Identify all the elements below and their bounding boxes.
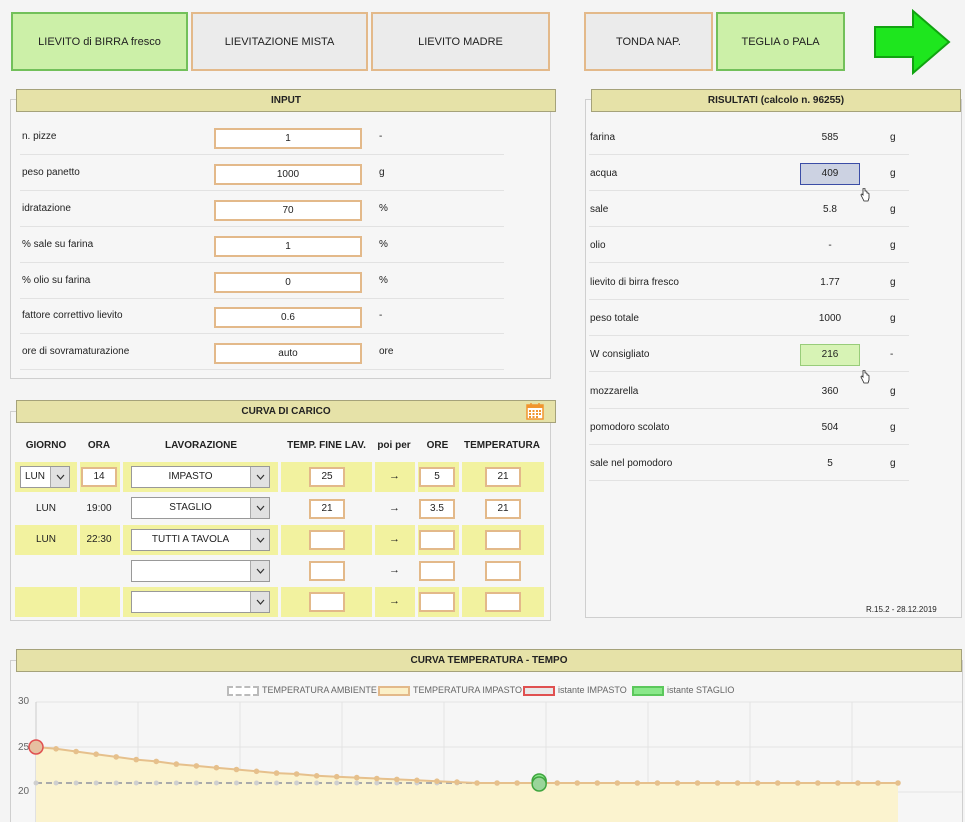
impasto-point — [875, 780, 881, 786]
impasto-point — [815, 780, 821, 786]
impasto-point — [353, 774, 360, 781]
impasto-point — [93, 751, 99, 757]
impasto-point — [714, 780, 721, 786]
impasto-point — [53, 746, 59, 752]
impasto-point — [514, 780, 520, 786]
impasto-point — [173, 761, 180, 767]
ambiente-point — [334, 780, 340, 786]
ambiente-point — [113, 780, 119, 786]
ambiente-point — [254, 780, 260, 786]
impasto-point — [855, 780, 861, 786]
impasto-point — [414, 777, 420, 784]
impasto-point — [614, 780, 621, 786]
ambiente-point — [33, 780, 39, 786]
impasto-point — [73, 748, 79, 755]
ambiente-point — [274, 780, 280, 786]
istante-staglio-marker — [531, 776, 547, 792]
impasto-point — [193, 763, 200, 769]
impasto-point — [313, 773, 320, 779]
impasto-point — [273, 770, 280, 776]
impasto-point — [233, 766, 240, 773]
impasto-point — [373, 775, 380, 782]
impasto-point — [754, 780, 761, 786]
impasto-point — [694, 780, 701, 786]
impasto-point — [394, 776, 400, 783]
impasto-point — [794, 780, 801, 786]
ambiente-point — [354, 780, 360, 786]
impasto-area — [36, 747, 898, 822]
impasto-point — [634, 780, 641, 786]
impasto-point — [333, 773, 340, 780]
impasto-point — [474, 780, 480, 786]
impasto-point — [133, 756, 140, 763]
impasto-point — [774, 780, 781, 786]
istante-impasto-marker — [28, 739, 44, 755]
impasto-point — [253, 768, 260, 775]
ambiente-point — [73, 780, 79, 786]
impasto-point — [594, 780, 601, 786]
impasto-point — [554, 780, 561, 786]
impasto-point — [654, 780, 661, 786]
impasto-point — [213, 764, 220, 771]
impasto-point — [895, 780, 901, 786]
impasto-point — [674, 780, 681, 786]
ambiente-point — [93, 780, 99, 786]
ambiente-point — [294, 780, 300, 786]
ambiente-point — [193, 780, 199, 786]
impasto-point — [153, 758, 160, 765]
impasto-point — [434, 778, 440, 784]
ambiente-point — [133, 780, 139, 786]
impasto-point — [454, 779, 460, 785]
impasto-point — [113, 754, 119, 760]
temp-chart — [28, 701, 962, 822]
ambiente-point — [314, 780, 320, 786]
ambiente-point — [153, 780, 159, 786]
ambiente-point — [233, 780, 239, 786]
impasto-point — [574, 780, 581, 786]
impasto-point — [494, 780, 500, 786]
ambiente-point — [173, 780, 179, 786]
impasto-point — [293, 771, 300, 777]
ambiente-point — [53, 780, 59, 786]
impasto-point — [835, 780, 841, 786]
impasto-point — [734, 780, 741, 786]
ambiente-point — [213, 780, 219, 786]
